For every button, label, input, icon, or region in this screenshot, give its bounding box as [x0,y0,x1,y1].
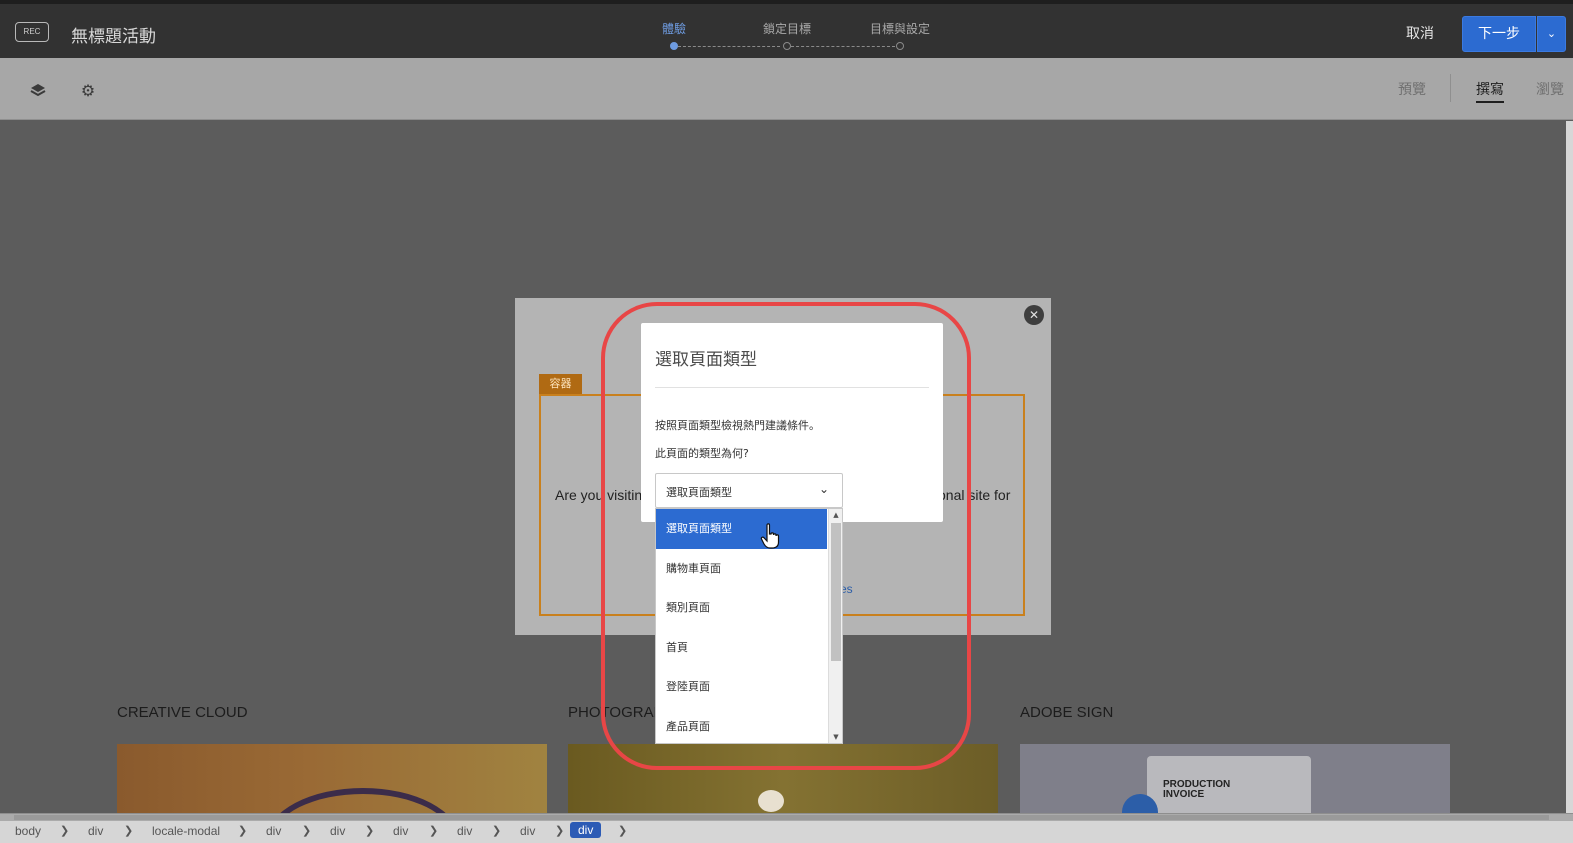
hand-pointer-icon [760,523,780,549]
mode-browse[interactable]: 瀏覽 [1536,79,1564,99]
breadcrumb-item[interactable]: body [15,824,41,838]
step-connector [678,46,780,47]
scroll-up-arrow-icon[interactable]: ▲ [829,509,843,521]
activity-title[interactable]: 無標題活動 [71,22,156,47]
chevron-right-icon: ❯ [365,825,375,837]
dropdown-scrollbar[interactable]: ▲ ▼ [828,509,842,743]
element-breadcrumb: body ❯ div ❯ locale-modal ❯ div ❯ div ❯ … [0,821,1573,843]
option-home-page[interactable]: 首頁 [656,628,827,668]
vertical-scrollbar[interactable] [1566,121,1573,813]
dropdown-scrollbar-thumb[interactable] [831,523,841,661]
breadcrumb-item[interactable]: locale-modal [152,824,220,838]
section-title-creative-cloud: CREATIVE CLOUD [117,704,248,721]
option-select-page-type[interactable]: 選取頁面類型 [656,509,827,549]
cancel-button[interactable]: 取消 [1406,23,1434,43]
option-cart-page[interactable]: 購物車頁面 [656,549,827,589]
workflow-steps: 體驗 鎖定目標 目標與設定 [650,20,950,56]
mode-preview[interactable]: 預覽 [1398,79,1426,99]
next-menu-chevron-down-icon[interactable]: ⌄ [1537,16,1566,52]
step-goals-settings[interactable]: 目標與設定 [870,20,930,37]
rec-badge: REC [15,22,49,42]
step-experience[interactable]: 體驗 [662,20,686,37]
breadcrumb-item[interactable]: div [330,824,345,838]
next-button[interactable]: 下一步 [1462,16,1536,52]
invoice-label: PRODUCTION INVOICE [1163,779,1231,800]
chevron-right-icon: ❯ [429,825,439,837]
breadcrumb-item[interactable]: div [88,824,103,838]
mode-divider [1450,74,1451,102]
step-targeting[interactable]: 鎖定目標 [763,20,811,37]
breadcrumb-item[interactable]: div [457,824,472,838]
invoice-illustration: PRODUCTION INVOICE [1147,756,1311,813]
section-title-photography: PHOTOGRAP [568,704,664,721]
adobe-sign-card-image[interactable]: PRODUCTION INVOICE [1020,744,1450,813]
mode-compose[interactable]: 撰寫 [1476,79,1504,103]
scroll-down-arrow-icon[interactable]: ▼ [829,731,843,743]
dialog-question: 此頁面的類型為何? [655,447,749,460]
page-type-dropdown: 選取頁面類型 購物車頁面 類別頁面 首頁 登陸頁面 產品頁面 ▲ ▼ [655,508,843,744]
breadcrumb-item-active[interactable]: div [570,822,602,838]
step-dot-targeting [783,42,791,50]
chevron-right-icon: ❯ [124,825,134,837]
chevron-right-icon: ❯ [492,825,502,837]
breadcrumb-item[interactable]: div [393,824,408,838]
chevron-right-icon: ❯ [60,825,70,837]
step-connector [791,46,895,47]
page-type-select-value: 選取頁面類型 [666,486,732,499]
chevron-right-icon: ❯ [555,825,565,837]
top-bar: REC 無標題活動 體驗 鎖定目標 目標與設定 取消 下一步 ⌄ [0,0,1573,58]
section-title-adobe-sign: ADOBE SIGN [1020,704,1114,721]
close-icon[interactable]: ✕ [1024,305,1044,325]
horizontal-scrollbar[interactable] [0,813,1573,821]
page-type-select[interactable]: 選取頁面類型 ⌄ [655,473,843,508]
chevron-down-icon: ⌄ [819,482,830,496]
dialog-title: 選取頁面類型 [655,350,757,370]
layers-icon[interactable] [29,82,47,100]
locale-text-left: Are you visitin [555,487,643,503]
breadcrumb-item[interactable]: div [520,824,535,838]
chevron-right-icon: ❯ [302,825,312,837]
option-category-page[interactable]: 類別頁面 [656,588,827,628]
gear-icon[interactable]: ⚙ [79,82,97,100]
breadcrumb-item[interactable]: div [266,824,281,838]
container-tag: 容器 [539,374,582,394]
step-dot-goals [896,42,904,50]
option-landing-page[interactable]: 登陸頁面 [656,667,827,707]
photography-card-image[interactable] [568,744,998,813]
dialog-description: 按照頁面類型檢視熱門建議條件。 [655,419,820,432]
locale-text-right: onal site for [938,487,1011,503]
step-dot-experience [670,42,678,50]
option-product-page[interactable]: 產品頁面 [656,707,827,747]
horizontal-scrollbar-thumb[interactable] [14,815,1549,820]
chevron-right-icon: ❯ [618,825,628,837]
chevron-right-icon: ❯ [238,825,248,837]
dialog-divider [655,387,929,388]
editor-toolbar: ⚙ 預覽 撰寫 瀏覽 [0,58,1573,120]
creative-cloud-card-image[interactable] [117,744,547,813]
